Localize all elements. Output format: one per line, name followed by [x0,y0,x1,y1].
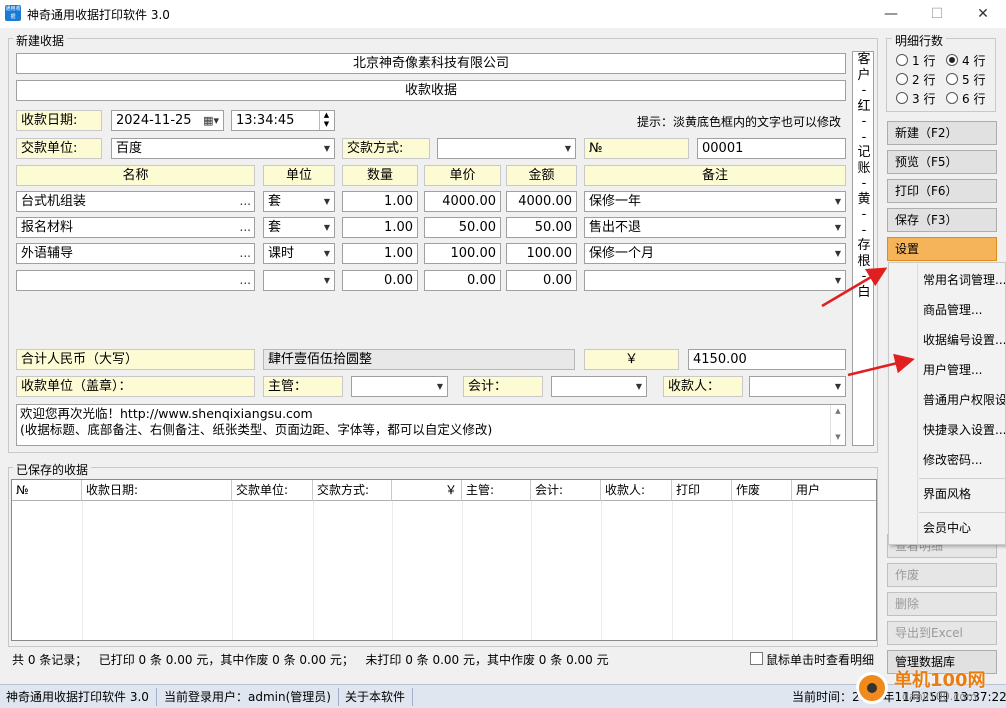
status-user: 当前登录用户：admin(管理员) [164,690,331,704]
watermark-dot [867,683,877,693]
status-separator [412,688,413,706]
watermark-logo: 单机100网 danji100.com [852,664,1006,708]
watermark-icon [856,672,888,704]
status-separator [338,688,339,706]
watermark-subtext: danji100.com [902,690,977,703]
about-link[interactable]: 关于本软件 [345,685,405,708]
watermark-text: 单机100网 [894,670,986,691]
status-separator [156,688,157,706]
annotation-arrows [821,267,915,377]
arrow-to-menu [821,267,888,308]
status-app: 神奇通用收据打印软件 3.0 [6,690,149,704]
arrow-to-users [847,353,915,377]
